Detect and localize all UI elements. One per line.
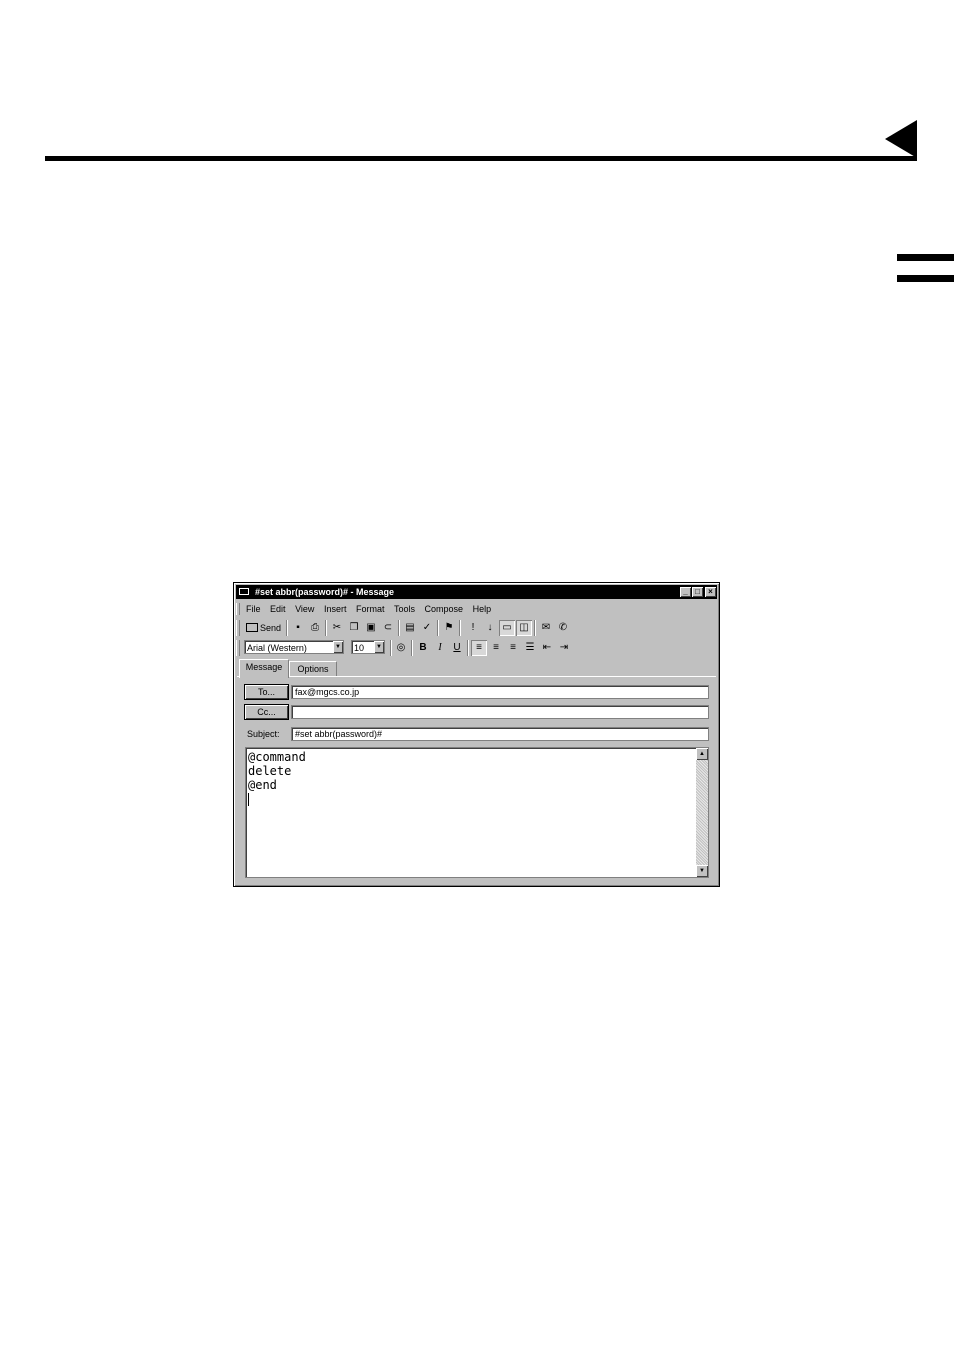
high-priority-icon[interactable]: ! (465, 620, 481, 636)
bullet-list-icon[interactable]: ☰ (522, 640, 538, 656)
menu-insert[interactable]: Insert (324, 602, 347, 616)
read-receipt-icon[interactable]: ✆ (555, 620, 571, 636)
encrypt-icon[interactable]: ◫ (516, 620, 532, 636)
title-bar[interactable]: #set abbr(password)# - Message _ □ × (236, 585, 717, 599)
scroll-up-icon[interactable]: ▲ (696, 748, 708, 760)
paste-icon[interactable]: ▣ (363, 620, 379, 636)
section-marker-bar (897, 275, 954, 282)
menu-format[interactable]: Format (356, 602, 385, 616)
toolbar-separator (437, 620, 439, 636)
body-line: @command (248, 750, 306, 764)
bold-button[interactable]: B (415, 640, 431, 656)
toolbar-separator (459, 620, 461, 636)
sign-icon[interactable]: ▭ (499, 620, 515, 636)
vertical-scrollbar[interactable]: ▲ ▼ (696, 748, 708, 877)
send-button[interactable]: Send (243, 620, 283, 636)
print-icon[interactable]: ⎙ (307, 620, 323, 636)
minimize-button[interactable]: _ (680, 587, 691, 597)
menu-view[interactable]: View (295, 602, 314, 616)
font-value: Arial (Western) (247, 643, 307, 653)
message-body[interactable]: @command delete @end ▲ ▼ (245, 747, 709, 878)
toolbar-separator (398, 620, 400, 636)
maximize-button[interactable]: □ (692, 587, 703, 597)
offline-icon[interactable]: ✉ (538, 620, 554, 636)
align-center-icon[interactable]: ≡ (488, 640, 504, 656)
copy-icon[interactable]: ❐ (346, 620, 362, 636)
address-book-icon[interactable]: ▤ (402, 620, 418, 636)
toolbar-separator (390, 640, 392, 656)
priority-flag-icon[interactable]: ⚑ (441, 620, 457, 636)
align-right-icon[interactable]: ≡ (505, 640, 521, 656)
chevron-down-icon[interactable]: ▼ (374, 641, 384, 653)
tab-message[interactable]: Message (239, 659, 289, 678)
format-toolbar-grip[interactable] (236, 640, 240, 656)
to-field[interactable]: fax@mgcs.co.jp (291, 685, 709, 699)
toolbar-separator (411, 640, 413, 656)
toolbar-separator (286, 620, 288, 636)
menu-edit[interactable]: Edit (270, 602, 286, 616)
increase-indent-icon[interactable]: ⇥ (556, 640, 572, 656)
toolbar-separator (325, 620, 327, 636)
spell-check-icon[interactable]: ✓ (419, 620, 435, 636)
cc-field[interactable] (291, 705, 709, 719)
envelope-icon (239, 588, 249, 595)
subject-field[interactable]: #set abbr(password)# (291, 727, 709, 741)
body-line: @end (248, 778, 277, 792)
cut-icon[interactable]: ✂ (329, 620, 345, 636)
menu-tools[interactable]: Tools (394, 602, 415, 616)
align-left-icon[interactable]: ≡ (471, 640, 487, 656)
italic-button[interactable]: I (432, 640, 448, 656)
close-button[interactable]: × (705, 587, 716, 597)
font-size-value: 10 (354, 643, 365, 653)
font-select[interactable]: Arial (Western) ▼ (244, 640, 344, 654)
message-body-text: @command delete @end (248, 750, 306, 806)
cc-button[interactable]: Cc... (245, 705, 288, 719)
send-icon (246, 623, 258, 632)
menu-bar: File Edit View Insert Format Tools Compo… (240, 602, 715, 616)
scroll-down-icon[interactable]: ▼ (696, 865, 708, 877)
underline-button[interactable]: U (449, 640, 465, 656)
top-rule (45, 156, 917, 161)
toolbar-grip[interactable] (236, 620, 240, 636)
font-size-select[interactable]: 10 ▼ (351, 640, 385, 654)
window-title: #set abbr(password)# - Message (255, 587, 395, 597)
message-window: #set abbr(password)# - Message _ □ × Fil… (233, 582, 720, 887)
subject-label: Subject: (247, 729, 280, 739)
menu-compose[interactable]: Compose (425, 602, 464, 616)
save-icon[interactable]: ▪ (290, 620, 306, 636)
chevron-down-icon[interactable]: ▼ (333, 641, 343, 653)
toolbar-separator (534, 620, 536, 636)
color-icon[interactable]: ◎ (393, 640, 409, 656)
tab-options[interactable]: Options (289, 661, 337, 677)
text-caret (248, 793, 249, 806)
body-line: delete (248, 764, 292, 778)
send-label: Send (260, 623, 282, 633)
section-marker-bar (897, 254, 954, 261)
attach-icon[interactable]: ⊂ (380, 620, 396, 636)
decrease-indent-icon[interactable]: ⇤ (539, 640, 555, 656)
low-priority-icon[interactable]: ↓ (482, 620, 498, 636)
menu-help[interactable]: Help (473, 602, 492, 616)
message-panel: To... fax@mgcs.co.jp Cc... Subject: #set… (237, 676, 716, 883)
to-button[interactable]: To... (245, 685, 288, 699)
page-arrow-icon (885, 120, 917, 158)
toolbar-separator (467, 640, 469, 656)
menu-file[interactable]: File (246, 602, 261, 616)
